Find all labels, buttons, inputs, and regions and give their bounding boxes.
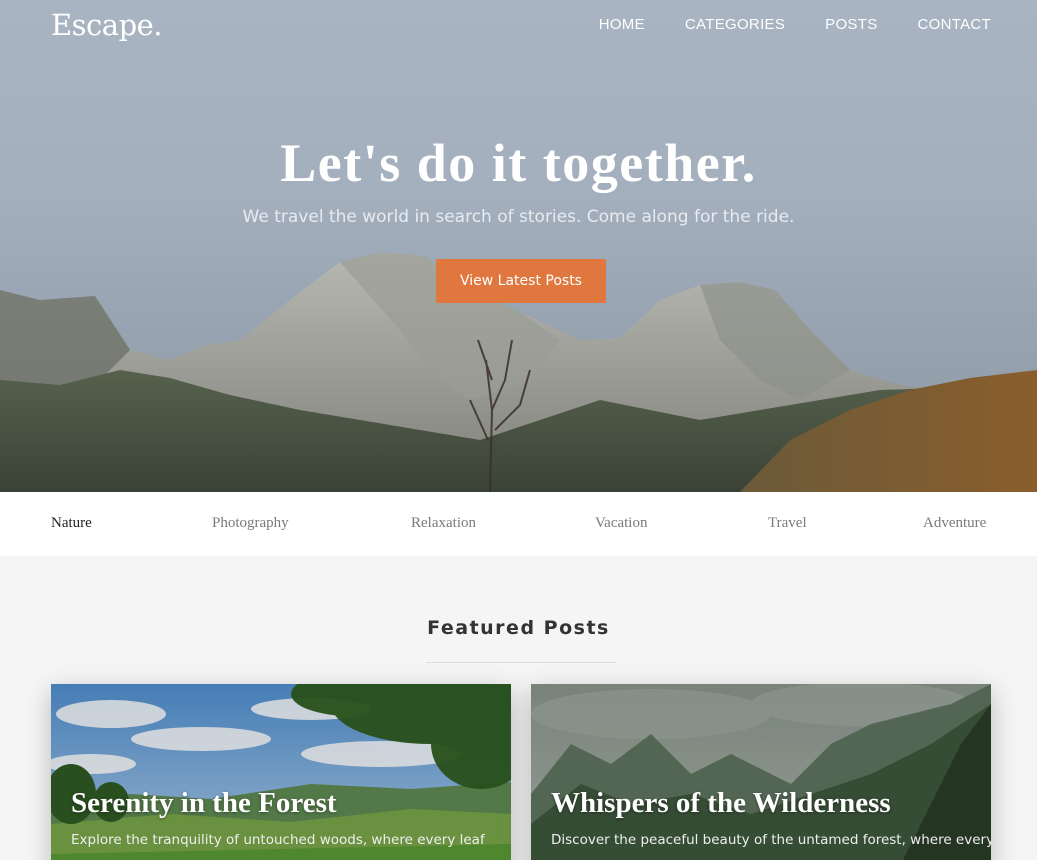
hero-section: Escape. HOME CATEGORIES POSTS CONTACT Le… — [0, 0, 1037, 492]
featured-posts-heading: Featured Posts — [427, 617, 610, 639]
category-bar: Nature Photography Relaxation Vacation T… — [0, 492, 1037, 556]
nav-posts[interactable]: POSTS — [825, 16, 877, 33]
post-card-serenity[interactable]: Serenity in the Forest Explore the tranq… — [51, 684, 511, 860]
nav-home[interactable]: HOME — [599, 16, 645, 33]
nav-categories[interactable]: CATEGORIES — [685, 16, 785, 33]
hero-headline: Let's do it together. — [280, 133, 757, 193]
featured-divider — [426, 662, 616, 663]
site-logo[interactable]: Escape. — [51, 8, 163, 42]
post-excerpt: Explore the tranquility of untouched woo… — [71, 832, 485, 848]
main-nav: HOME CATEGORIES POSTS CONTACT — [599, 16, 991, 33]
category-adventure[interactable]: Adventure — [923, 515, 986, 532]
category-relaxation[interactable]: Relaxation — [411, 515, 476, 532]
post-title[interactable]: Whispers of the Wilderness — [551, 787, 891, 820]
view-latest-posts-button[interactable]: View Latest Posts — [436, 259, 606, 303]
mountain-background-image — [0, 252, 1037, 492]
category-nature[interactable]: Nature — [51, 515, 92, 532]
post-card-whispers[interactable]: Whispers of the Wilderness Discover the … — [531, 684, 991, 860]
nav-contact[interactable]: CONTACT — [918, 16, 991, 33]
category-photography[interactable]: Photography — [212, 515, 289, 532]
hero-tagline: We travel the world in search of stories… — [242, 207, 795, 227]
post-title[interactable]: Serenity in the Forest — [71, 787, 337, 820]
category-travel[interactable]: Travel — [768, 515, 807, 532]
category-vacation[interactable]: Vacation — [595, 515, 647, 532]
post-excerpt: Discover the peaceful beauty of the unta… — [551, 832, 991, 848]
